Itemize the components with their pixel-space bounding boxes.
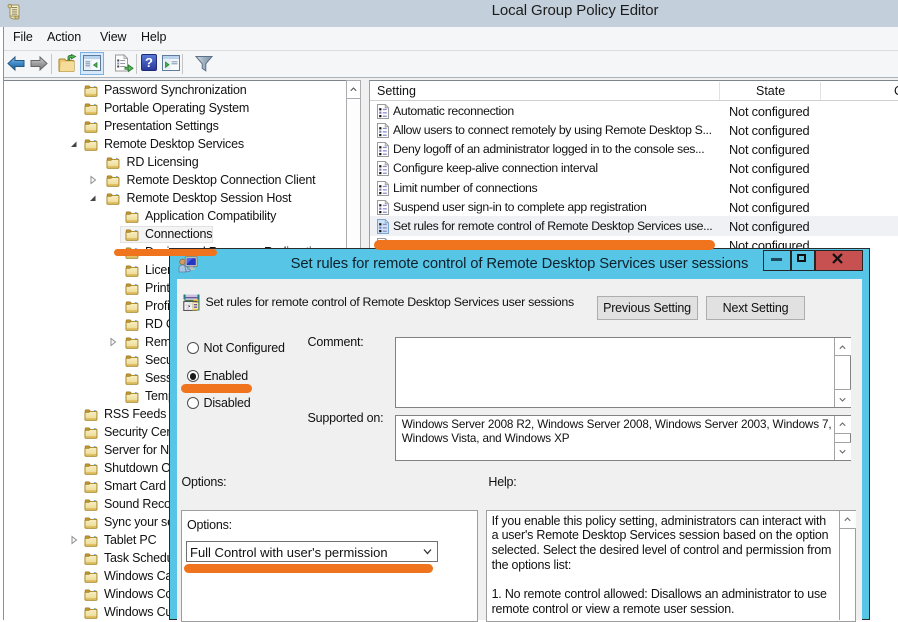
- svg-text:?: ?: [145, 55, 153, 70]
